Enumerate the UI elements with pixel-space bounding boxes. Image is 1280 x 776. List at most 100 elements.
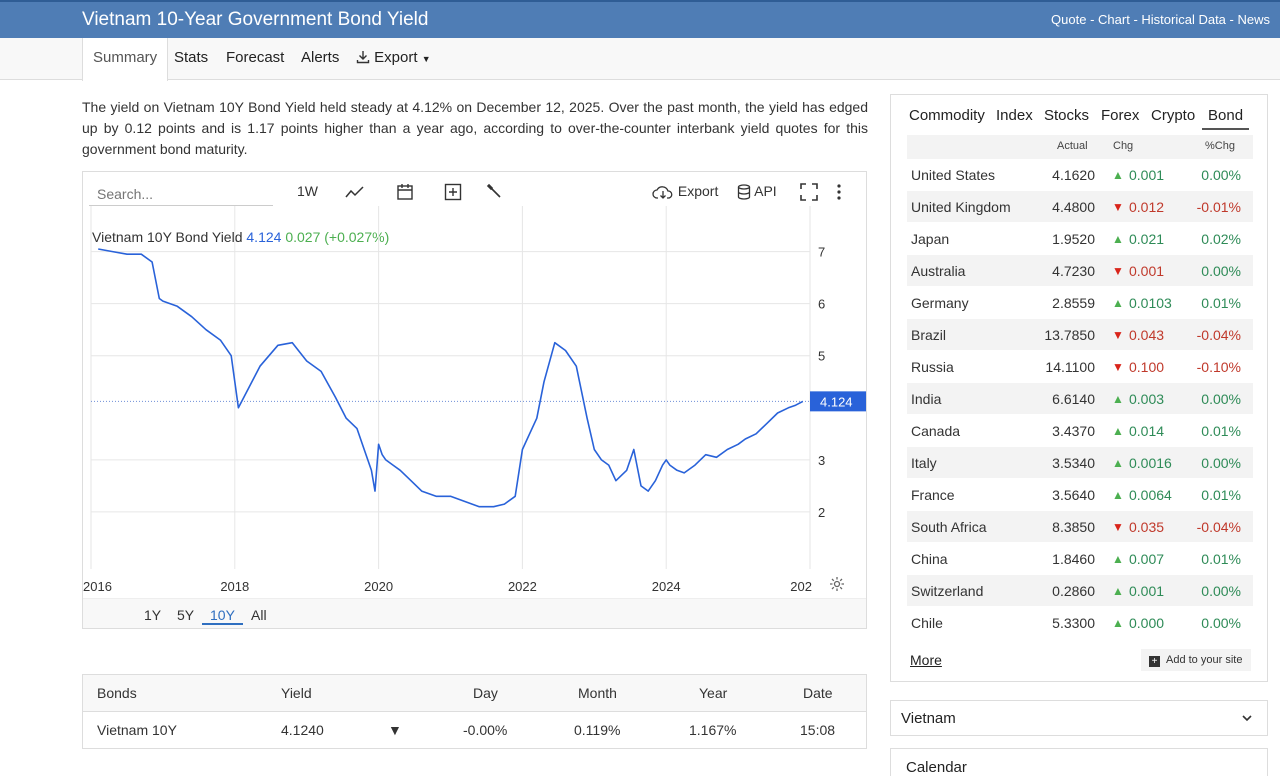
side-row-pct: 0.01%	[1201, 551, 1241, 567]
side-row-canada[interactable]: Canada 3.4370 ▲ 0.014 0.01%	[907, 415, 1253, 447]
up-triangle-icon: ▲	[1112, 168, 1124, 182]
link-news[interactable]: News	[1237, 12, 1270, 27]
side-row-pct: 0.01%	[1201, 487, 1241, 503]
x-tick-label: 2016	[83, 579, 112, 594]
side-row-name[interactable]: China	[911, 551, 948, 567]
top-header: Vietnam 10-Year Government Bond Yield Qu…	[0, 0, 1280, 38]
side-row-actual: 6.6140	[1052, 391, 1095, 407]
side-row-pct: 0.00%	[1201, 583, 1241, 599]
side-row-actual: 4.4800	[1052, 199, 1095, 215]
side-row-chg: 0.043	[1129, 327, 1165, 343]
chart-container: 1W Export API Vietnam 10Y Bond Yield	[82, 171, 867, 629]
down-triangle-icon: ▼	[1112, 328, 1124, 342]
markets-side-panel: Commodity Index Stocks Forex Crypto Bond…	[890, 94, 1268, 682]
tab-stats[interactable]: Stats	[174, 38, 208, 80]
side-tab-commodity[interactable]: Commodity	[909, 107, 985, 124]
side-row-australia[interactable]: Australia 4.7230 ▼ 0.001 0.00%	[907, 255, 1253, 287]
side-row-chg: 0.0064	[1129, 487, 1172, 503]
side-row-actual: 4.7230	[1052, 263, 1095, 279]
side-row-name[interactable]: Japan	[911, 231, 949, 247]
side-row-actual: 4.1620	[1052, 167, 1095, 183]
side-row-name[interactable]: Australia	[911, 263, 965, 279]
side-row-pct: -0.04%	[1196, 327, 1241, 343]
plus-icon: +	[1149, 656, 1160, 667]
side-row-chg: 0.003	[1129, 391, 1165, 407]
line-chart[interactable]: 7 6 5 3 2 2016 2018 2020 2022 2024 202 4.124	[83, 172, 866, 596]
side-row-germany[interactable]: Germany 2.8559 ▲ 0.0103 0.01%	[907, 287, 1253, 319]
side-row-brazil[interactable]: Brazil 13.7850 ▼ 0.043 -0.04%	[907, 319, 1253, 351]
side-row-china[interactable]: China 1.8460 ▲ 0.007 0.01%	[907, 543, 1253, 575]
down-triangle-icon: ▼	[1112, 520, 1124, 534]
side-tab-stocks[interactable]: Stocks	[1044, 107, 1089, 124]
side-row-south-africa[interactable]: South Africa 8.3850 ▼ 0.035 -0.04%	[907, 511, 1253, 543]
tab-alerts[interactable]: Alerts	[301, 38, 339, 80]
side-row-actual: 0.2860	[1052, 583, 1095, 599]
side-row-name[interactable]: Russia	[911, 359, 954, 375]
accordion-vietnam-label: Vietnam	[901, 710, 956, 727]
range-all[interactable]: All	[251, 607, 267, 623]
range-5y[interactable]: 5Y	[177, 607, 194, 623]
side-tab-index[interactable]: Index	[996, 107, 1033, 124]
accordion-vietnam[interactable]: Vietnam	[890, 700, 1268, 736]
summary-paragraph: The yield on Vietnam 10Y Bond Yield held…	[82, 99, 868, 157]
side-row-chg: 0.001	[1129, 167, 1165, 183]
link-chart[interactable]: Chart	[1098, 12, 1130, 27]
side-tab-crypto[interactable]: Crypto	[1151, 107, 1195, 124]
side-tab-bond[interactable]: Bond	[1202, 107, 1250, 130]
range-1y[interactable]: 1Y	[144, 607, 161, 623]
link-historical-data[interactable]: Historical Data	[1141, 12, 1226, 27]
side-row-france[interactable]: France 3.5640 ▲ 0.0064 0.01%	[907, 479, 1253, 511]
chart-settings-icon[interactable]	[829, 576, 845, 597]
tab-export[interactable]: Export ▼	[356, 38, 431, 80]
side-row-name[interactable]: South Africa	[911, 519, 987, 535]
side-row-actual: 13.7850	[1044, 327, 1095, 343]
side-row-chg: 0.000	[1129, 615, 1165, 631]
range-10y[interactable]: 10Y	[202, 607, 243, 625]
side-row-name[interactable]: Canada	[911, 423, 960, 439]
side-row-name[interactable]: Chile	[911, 615, 943, 631]
side-row-name[interactable]: India	[911, 391, 941, 407]
side-row-name[interactable]: Switzerland	[911, 583, 983, 599]
up-triangle-icon: ▲	[1112, 232, 1124, 246]
side-row-name[interactable]: France	[911, 487, 955, 503]
side-row-pct: 0.00%	[1201, 263, 1241, 279]
side-col-pctchg: %Chg	[1205, 140, 1235, 152]
up-triangle-icon: ▲	[1112, 424, 1124, 438]
link-separator: -	[1225, 12, 1238, 27]
link-separator: -	[1129, 12, 1142, 27]
x-tick-label: 2018	[220, 579, 249, 594]
side-row-name[interactable]: United Kingdom	[911, 199, 1011, 215]
side-row-chile[interactable]: Chile 5.3300 ▲ 0.000 0.00%	[907, 607, 1253, 639]
side-row-chg: 0.001	[1129, 263, 1165, 279]
up-triangle-icon: ▲	[1112, 296, 1124, 310]
side-row-united-states[interactable]: United States 4.1620 ▲ 0.001 0.00%	[907, 159, 1253, 191]
side-row-india[interactable]: India 6.6140 ▲ 0.003 0.00%	[907, 383, 1253, 415]
down-triangle-icon: ▼	[1112, 264, 1124, 278]
up-triangle-icon: ▲	[1112, 584, 1124, 598]
x-tick-label: 2022	[508, 579, 537, 594]
side-row-name[interactable]: Brazil	[911, 327, 946, 343]
tab-forecast[interactable]: Forecast	[226, 38, 284, 80]
side-row-italy[interactable]: Italy 3.5340 ▲ 0.0016 0.00%	[907, 447, 1253, 479]
tab-summary[interactable]: Summary	[82, 38, 169, 81]
side-row-name[interactable]: Italy	[911, 455, 937, 471]
bond-name-link[interactable]: Vietnam 10Y	[97, 722, 177, 738]
bond-day: -0.00%	[463, 722, 508, 738]
series-line[interactable]	[98, 248, 804, 508]
export-label: Export	[374, 49, 418, 66]
side-row-name[interactable]: United States	[911, 167, 995, 183]
accordion-calendar-label: Calendar	[906, 759, 967, 776]
accordion-calendar[interactable]: Calendar	[890, 748, 1268, 776]
side-row-pct: 0.00%	[1201, 167, 1241, 183]
side-row-name[interactable]: Germany	[911, 295, 969, 311]
link-quote[interactable]: Quote	[1051, 12, 1086, 27]
add-to-site-button[interactable]: + Add to your site	[1141, 649, 1251, 671]
side-row-united-kingdom[interactable]: United Kingdom 4.4800 ▼ 0.012 -0.01%	[907, 191, 1253, 223]
side-row-japan[interactable]: Japan 1.9520 ▲ 0.021 0.02%	[907, 223, 1253, 255]
link-separator: -	[1086, 12, 1099, 27]
more-link[interactable]: More	[910, 652, 942, 668]
side-row-russia[interactable]: Russia 14.1100 ▼ 0.100 -0.10%	[907, 351, 1253, 383]
side-tab-forex[interactable]: Forex	[1101, 107, 1139, 124]
side-row-chg: 0.035	[1129, 519, 1165, 535]
side-row-switzerland[interactable]: Switzerland 0.2860 ▲ 0.001 0.00%	[907, 575, 1253, 607]
